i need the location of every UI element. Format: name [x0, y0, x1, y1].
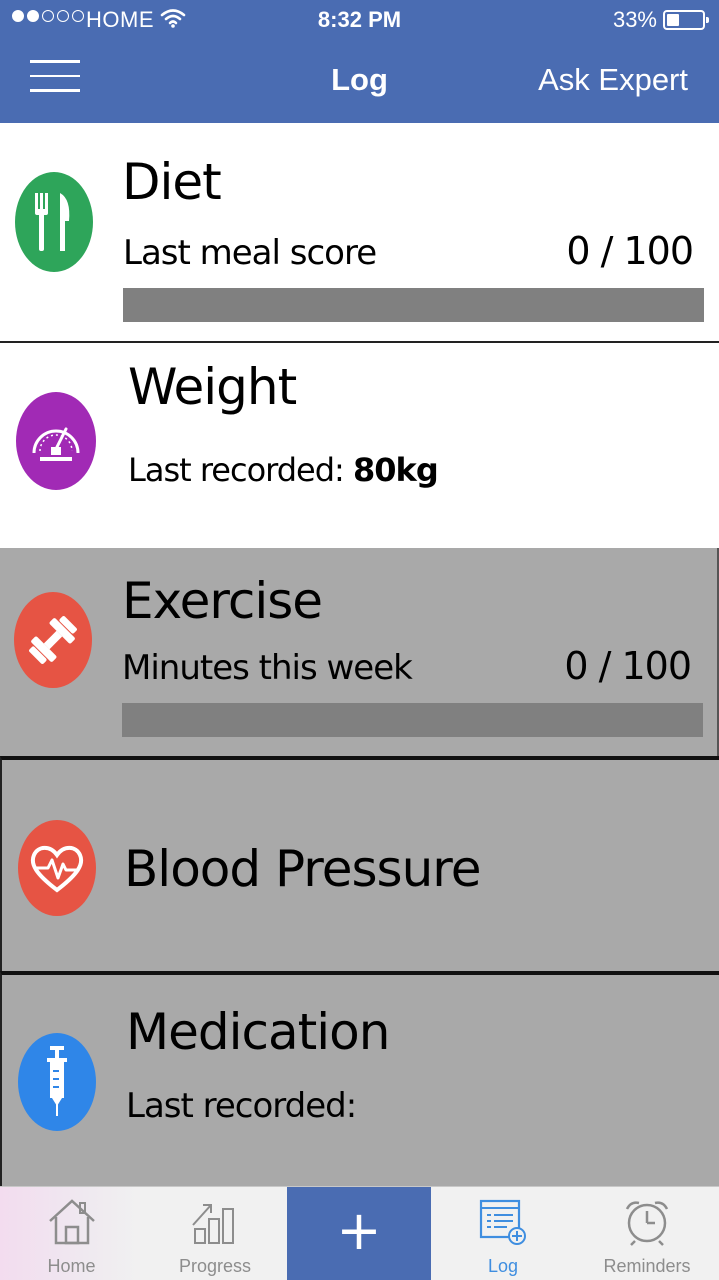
tab-add-button[interactable]: +	[287, 1187, 431, 1280]
alarm-clock-icon	[625, 1201, 669, 1246]
tab-reminders[interactable]: Reminders	[575, 1187, 719, 1280]
exercise-title: Exercise	[122, 572, 323, 630]
weight-card[interactable]: Weight Last recorded: 80kg	[0, 345, 719, 547]
medication-title: Medication	[126, 1003, 390, 1061]
tab-reminders-label: Reminders	[603, 1256, 691, 1276]
diet-score: 0 / 100	[566, 229, 694, 273]
plus-icon: +	[336, 1199, 382, 1262]
tab-progress-label: Progress	[178, 1256, 252, 1276]
dumbbell-icon	[14, 592, 92, 688]
status-bar: HOME 8:32 PM 33%	[0, 0, 719, 40]
weight-value: 80kg	[353, 451, 439, 489]
exercise-card[interactable]: Exercise Minutes this week 0 / 100	[0, 548, 719, 756]
diet-progress-bar	[123, 288, 704, 322]
tab-home[interactable]: Home	[0, 1187, 143, 1280]
top-bar: HOME 8:32 PM 33% Log Ask Expert	[0, 0, 719, 123]
tab-log-label: Log	[487, 1256, 519, 1276]
tab-bar: Home Progress + Log Reminders	[0, 1186, 719, 1280]
exercise-subtitle: Minutes this week	[122, 648, 413, 688]
tab-progress[interactable]: Progress	[143, 1187, 287, 1280]
weight-subtitle: Last recorded: 80kg	[128, 451, 439, 489]
syringe-icon	[18, 1033, 96, 1131]
blood-pressure-title: Blood Pressure	[124, 840, 482, 898]
scale-gauge-icon	[16, 392, 96, 490]
fork-knife-icon	[15, 172, 93, 272]
tab-home-label: Home	[47, 1256, 96, 1276]
weight-subtitle-label: Last recorded:	[128, 451, 353, 489]
weight-title: Weight	[128, 358, 297, 416]
diet-title: Diet	[122, 153, 222, 211]
bar-chart-icon	[192, 1204, 234, 1244]
tab-log[interactable]: Log	[431, 1187, 575, 1280]
home-icon	[48, 1199, 95, 1245]
battery-percentage: 33%	[612, 7, 657, 32]
exercise-score: 0 / 100	[564, 644, 692, 688]
medication-subtitle: Last recorded:	[126, 1086, 357, 1126]
log-list-icon	[479, 1199, 526, 1245]
heart-pulse-icon	[18, 820, 96, 916]
battery-icon	[663, 10, 709, 30]
diet-subtitle: Last meal score	[123, 233, 377, 273]
blood-pressure-card[interactable]: Blood Pressure	[0, 756, 719, 971]
exercise-progress-bar	[122, 703, 703, 737]
medication-card[interactable]: Medication Last recorded:	[0, 971, 719, 1186]
diet-card[interactable]: Diet Last meal score 0 / 100	[0, 123, 719, 343]
status-time: 8:32 PM	[317, 7, 402, 32]
ask-expert-button[interactable]: Ask Expert	[538, 62, 688, 98]
